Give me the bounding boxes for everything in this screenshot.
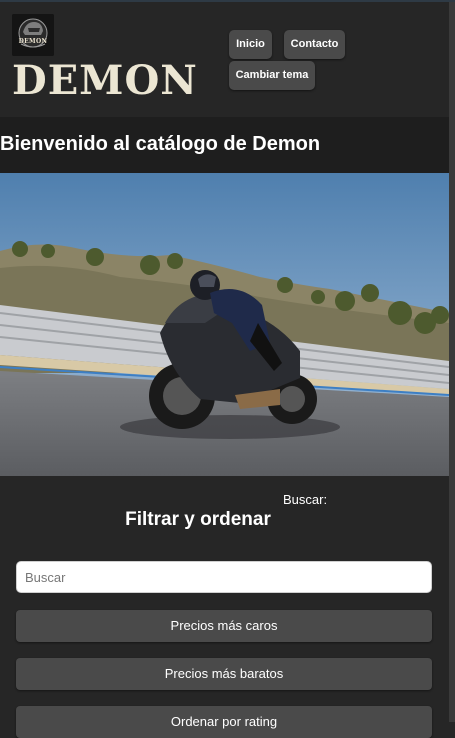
nav-contacto-button[interactable]: Contacto <box>284 30 345 59</box>
sort-rating-button[interactable]: Ordenar por rating <box>16 706 432 738</box>
theme-toggle-button[interactable]: Cambiar tema <box>229 61 315 90</box>
logo-badge-text: DEMON <box>18 38 48 45</box>
welcome-banner: Bienvenido al catálogo de Demon <box>0 117 449 173</box>
sort-price-desc-button[interactable]: Precios más caros <box>16 610 432 642</box>
motorcycle-helmet-logo-icon: DEMON <box>12 14 54 56</box>
motorcycle-rider-on-track-image <box>0 173 449 476</box>
logo-wordmark: DEMON <box>12 57 198 104</box>
sort-price-asc-button[interactable]: Precios más baratos <box>16 658 432 690</box>
site-header: DEMON DEMON Inicio Contacto Cambiar tema <box>0 2 449 117</box>
search-label: Buscar: <box>283 492 328 507</box>
page-title: Bienvenido al catálogo de Demon <box>0 133 321 155</box>
search-input[interactable] <box>16 561 432 593</box>
filter-section: Buscar: Filtrar y ordenar Precios más ca… <box>0 476 449 738</box>
filter-title: Filtrar y ordenar <box>125 509 271 530</box>
scrollbar[interactable] <box>449 2 455 722</box>
nav-inicio-button[interactable]: Inicio <box>229 30 272 59</box>
logo[interactable]: DEMON DEMON <box>12 14 202 102</box>
